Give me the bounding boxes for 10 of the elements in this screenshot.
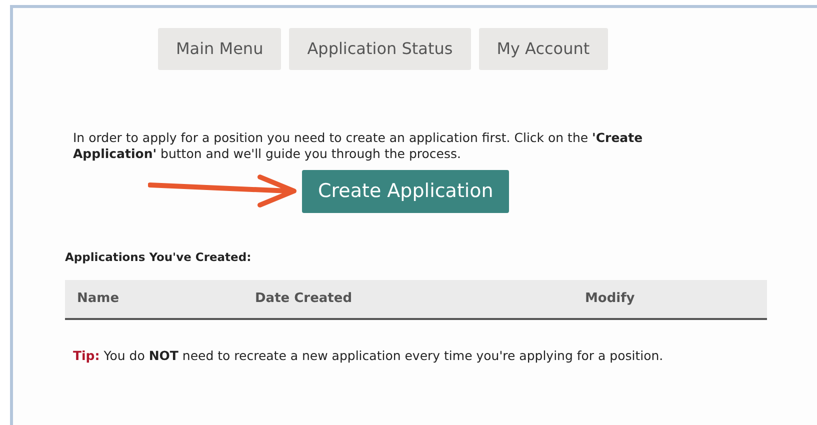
create-application-button[interactable]: Create Application [302,170,510,212]
section-heading: Applications You've Created: [65,248,252,266]
intro-text: In order to apply for a position you need to create an application first. Click on the 'Create Application' button and we'll guide you through the process. [73,130,644,162]
nav-button[interactable]: Main Menu [158,28,282,70]
tip-text: Tip: You do NOT need to recreate a new application every time you're applying for a position. [73,348,664,364]
column-header: Modify [585,290,635,308]
nav-button[interactable]: My Account [478,28,608,70]
nav-button[interactable]: Application Status [289,28,471,70]
column-header: Name [76,290,120,308]
column-header: Date Created [255,290,353,308]
